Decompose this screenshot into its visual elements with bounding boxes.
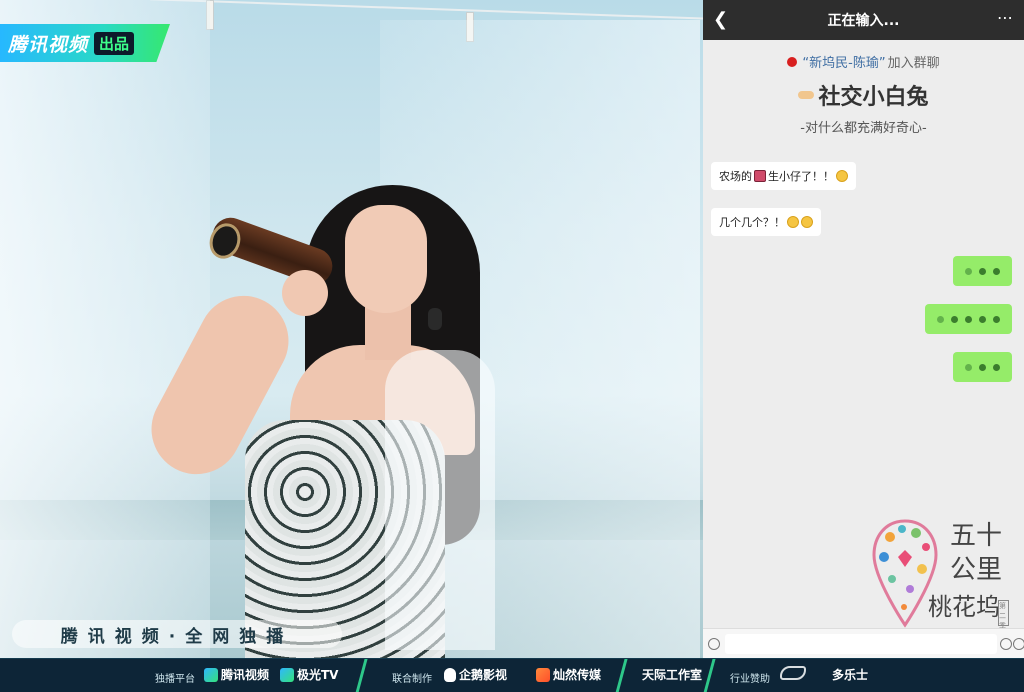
tencent-play-icon <box>204 667 218 682</box>
sheer-fabric <box>385 350 495 650</box>
typing-dot <box>979 267 986 275</box>
watermark-brand: 腾讯视频 <box>8 33 89 56</box>
typing-dot <box>993 267 1000 275</box>
divider <box>355 659 368 692</box>
join-nickname[interactable]: “新坞民-陈瑜” <box>802 52 885 71</box>
typing-dot <box>993 315 1000 323</box>
voice-icon[interactable] <box>708 638 720 650</box>
typing-dot <box>993 363 1000 371</box>
sponsor-text: 天际工作室 <box>642 668 703 682</box>
sponsor-text: 多乐士 <box>832 668 869 682</box>
sponsor-tianji-studio: 天际工作室 <box>642 666 702 683</box>
show-logo-line3: 桃花坞 <box>928 593 1000 621</box>
sponsor-text: 极光TV <box>297 668 339 682</box>
back-chevron-icon[interactable]: ❮ <box>713 9 728 30</box>
poster-photo: 腾讯视频 出品 腾讯视频·全网独播 <box>0 0 703 658</box>
typing-dot <box>965 315 972 323</box>
message-incoming[interactable]: 农场的 生小仔了！！ <box>711 162 856 190</box>
chat-input-bar <box>703 628 1024 658</box>
sponsor-text: 企鹅影视 <box>459 668 508 682</box>
jiguang-play-icon <box>280 667 294 682</box>
label-coproduce: 联合制作 <box>392 674 432 685</box>
canran-play-icon <box>536 667 550 682</box>
message-outgoing-typing[interactable] <box>953 352 1012 382</box>
show-logo: 五十 公里 桃花坞 第二季 <box>870 517 1010 632</box>
woman-hand <box>282 270 328 316</box>
horse-logo-icon <box>780 666 806 680</box>
sponsor-tencent-video: 腾讯视频 <box>204 666 269 683</box>
label-sponsor: 行业赞助 <box>730 674 770 685</box>
divider <box>615 659 628 692</box>
sponsor-canran: 灿然传媒 <box>536 666 601 683</box>
grin-emoji-icon <box>801 216 813 228</box>
woman-face <box>345 205 427 313</box>
sponsor-bar: 独播平台 腾讯视频 极光TV 联合制作 企鹅影视 灿然传媒 天际工作室 行业赞助… <box>0 658 1024 692</box>
exclusive-banner: 腾讯视频·全网独播 <box>12 620 342 648</box>
message-text: 生小仔了！！ <box>768 170 834 183</box>
typing-dot <box>937 315 944 323</box>
tencent-video-watermark: 腾讯视频 出品 <box>0 24 170 62</box>
message-incoming[interactable]: 几个几个？！ <box>711 208 821 236</box>
penguin-icon <box>444 667 456 682</box>
join-action: 加入群聊 <box>887 56 940 71</box>
divider <box>703 659 716 692</box>
label-platform: 独播平台 <box>155 674 195 685</box>
emoji-icon[interactable] <box>1000 638 1012 650</box>
sponsor-penguin-pictures: 企鹅影视 <box>444 666 507 683</box>
season-seal: 第二季 <box>998 600 1009 630</box>
typing-dot <box>979 315 986 323</box>
message-text: 农场的 <box>719 170 752 183</box>
character-name: 社交小白兔 <box>703 79 1024 111</box>
sponsor-text: 灿然传媒 <box>553 668 602 682</box>
character-name-text: 社交小白兔 <box>818 85 929 110</box>
more-icon[interactable]: ⋯ <box>997 8 1014 27</box>
join-notice: “新坞民-陈瑜” 加入群聊 <box>703 52 1024 71</box>
sponsor-jiguang-tv: 极光TV <box>280 666 338 683</box>
watermark-badge: 出品 <box>94 31 135 55</box>
chat-title: 正在输入... <box>827 13 900 29</box>
chat-topbar: ❮ 正在输入... ⋯ <box>703 0 1024 40</box>
message-text: 几个几个？！ <box>719 216 785 229</box>
show-logo-line2: 公里 <box>950 555 1003 585</box>
message-outgoing-typing[interactable] <box>925 304 1012 334</box>
avatar-dot-icon <box>787 56 798 67</box>
typing-dot <box>951 315 958 323</box>
show-logo-line1: 五十 <box>950 521 1003 551</box>
typing-dot <box>979 363 986 371</box>
sponsor-horse-logo <box>780 666 806 680</box>
message-outgoing-typing[interactable] <box>953 256 1012 286</box>
curtain-left <box>0 0 210 658</box>
grin-emoji-icon <box>787 216 799 228</box>
earring <box>428 308 442 330</box>
character-desc: -对什么都充满好奇心- <box>800 121 927 136</box>
cow-emoji-icon <box>754 170 766 182</box>
clothesline <box>150 0 703 20</box>
laugh-emoji-icon <box>836 170 848 182</box>
typing-dot <box>965 267 972 275</box>
message-input[interactable] <box>725 634 997 654</box>
sponsor-text: 腾讯视频 <box>221 668 270 682</box>
sponsor-dulux: 多乐士 <box>832 666 868 683</box>
chat-screen: ❮ 正在输入... ⋯ “新坞民-陈瑜” 加入群聊 社交小白兔 -对什么都充满好… <box>703 0 1024 658</box>
plus-icon[interactable] <box>1013 638 1024 650</box>
typing-dot <box>965 363 972 371</box>
decorative-pill-icon <box>798 91 815 99</box>
